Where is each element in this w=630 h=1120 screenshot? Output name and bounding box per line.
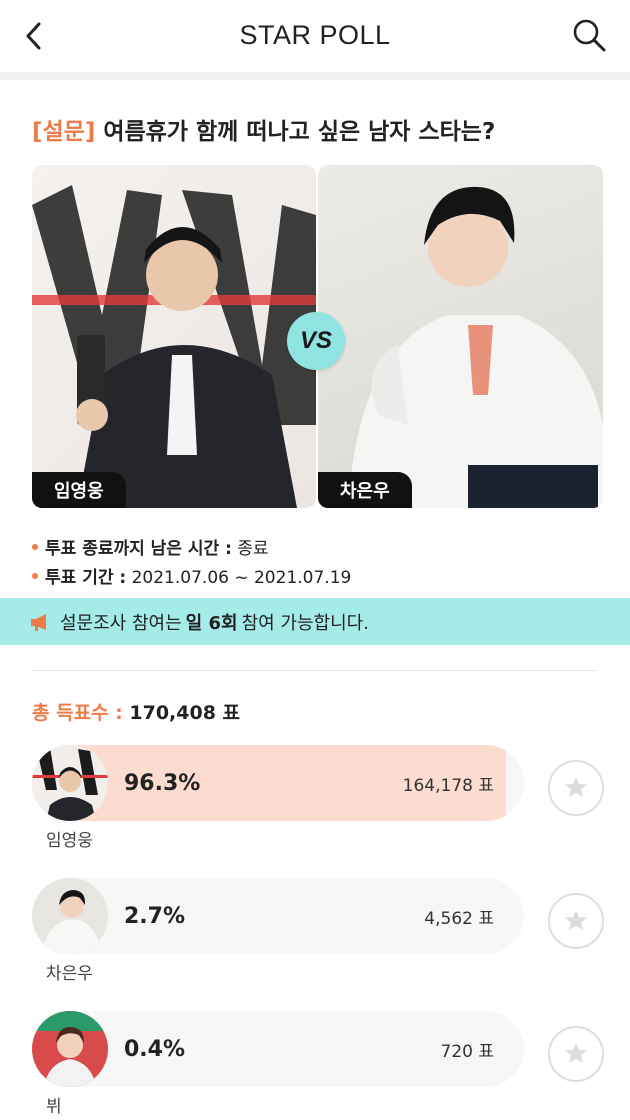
avatar-image-2 [32,878,108,954]
bullet-dot [32,573,38,579]
notice-text-pre: 설문조사 참여는 [60,612,182,634]
favorite-button-1[interactable] [548,760,604,816]
result-votes-1: 164,178 표 [402,775,494,796]
app-header: STAR POLL [0,0,630,72]
poll-question-text: 여름휴가 함께 떠나고 싶은 남자 스타는? [103,119,496,145]
result-name-2: 차은우 [46,964,93,984]
remaining-time: 투표 종료까지 남은 시간 : 종료 [32,534,269,559]
star-bubble-icon [565,1043,587,1063]
result-votes-2: 4,562 표 [424,908,494,929]
result-percent-3: 0.4% [124,1036,186,1062]
avatar [32,745,108,821]
remaining-time-value: 종료 [237,539,269,559]
total-votes: 총 득표수 : 170,408 표 [32,698,240,725]
poll-period: 투표 기간 : 2021.07.06 ~ 2021.07.19 [32,563,351,588]
result-percent-1: 96.3% [124,770,201,796]
header-divider [0,72,630,80]
result-name-3: 뷔 [46,1097,62,1117]
poll-tag: [설문] [32,119,96,145]
candidate-photo-2[interactable]: 차은우 [318,165,603,508]
poll-period-label: 투표 기간 : [45,568,127,588]
total-votes-label: 총 득표수 : [32,702,123,724]
result-votes-3: 720 표 [440,1041,495,1062]
vs-badge: VS [287,312,345,370]
candidate-2-name: 차은우 [318,472,412,508]
remaining-time-label: 투표 종료까지 남은 시간 : [45,539,232,559]
candidate-1-name: 임영웅 [32,472,126,508]
candidate-photo-2-image [348,186,603,508]
result-percent-2: 2.7% [124,903,186,929]
favorite-button-3[interactable] [548,1026,604,1082]
avatar-image-1 [32,745,108,821]
poll-question: [설문] 여름휴가 함께 떠나고 싶은 남자 스타는? [32,112,495,146]
notice-text-bold: 일 6회 [185,612,238,634]
avatar [32,1011,108,1087]
page-title: STAR POLL [239,20,391,50]
avatar-image-3 [32,1011,108,1087]
notice-text-post: 참여 가능합니다. [241,612,369,634]
search-icon [573,19,606,52]
favorite-button-2[interactable] [548,893,604,949]
megaphone-icon [31,613,46,631]
star-bubble-icon [565,777,587,797]
candidate-photo-1[interactable]: 임영웅 [32,165,316,508]
search-button[interactable] [568,14,610,56]
result-name-1: 임영웅 [46,831,93,851]
total-votes-value: 170,408 표 [129,702,241,724]
star-bubble-icon [565,910,587,930]
section-divider [32,670,598,671]
poll-period-value: 2021.07.06 ~ 2021.07.19 [131,568,352,588]
bullet-dot [32,544,38,550]
candidate-photo-1-image [32,185,316,508]
participation-notice: 설문조사 참여는 일 6회 참여 가능합니다. [0,598,630,645]
avatar [32,878,108,954]
